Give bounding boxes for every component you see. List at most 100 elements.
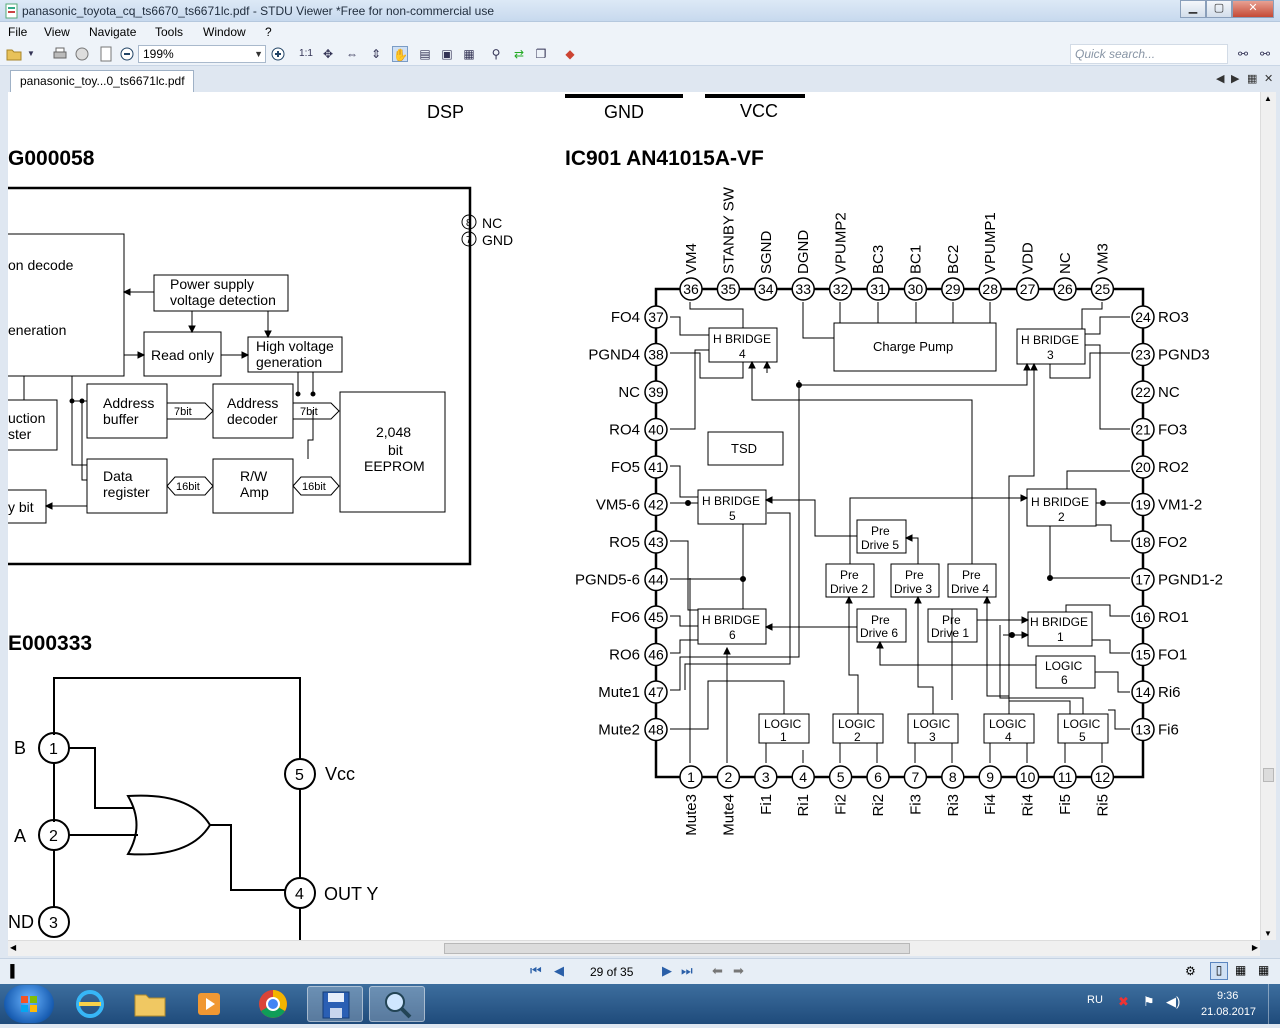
settings-icon[interactable]: ⚙ <box>1185 964 1196 978</box>
open-folder-icon[interactable] <box>6 46 22 62</box>
media-player-icon[interactable] <box>182 986 238 1022</box>
section-title-gate: E000333 <box>8 632 92 655</box>
snapshot-icon[interactable]: ▦ <box>461 46 477 62</box>
ic-pin-number: 48 <box>648 722 664 738</box>
menu-help[interactable]: ? <box>265 25 272 39</box>
svg-text:ND: ND <box>8 912 34 932</box>
svg-text:4: 4 <box>1005 730 1012 744</box>
first-page-icon[interactable]: ⏮ <box>530 963 542 979</box>
zoom-out-icon[interactable] <box>119 46 135 62</box>
scroll-down-icon[interactable]: ▼ <box>1264 929 1272 938</box>
svg-text:8: 8 <box>466 218 472 229</box>
forward-icon[interactable]: ➡ <box>733 963 744 979</box>
ic901-diagram: 36VM435STANBY SW34SGND33DGND32VPUMP231BC… <box>575 186 1223 836</box>
copy-icon[interactable]: ❐ <box>533 46 549 62</box>
document-tab[interactable]: panasonic_toy...0_ts6671lc.pdf <box>10 70 194 92</box>
binoculars-icon[interactable]: ⚯ <box>1235 46 1251 62</box>
save-app-icon[interactable] <box>307 986 363 1022</box>
menu-file[interactable]: File <box>8 25 27 39</box>
menu-tools[interactable]: Tools <box>155 25 183 39</box>
tab-prev-icon[interactable]: ◀ <box>1216 72 1224 85</box>
svg-text:Pre: Pre <box>871 524 890 538</box>
ic-pin-label: VDD <box>1020 242 1037 274</box>
volume-icon[interactable]: ◀) <box>1166 994 1180 1010</box>
label-gnd: GND <box>604 102 644 122</box>
ic-pin-label: BC2 <box>945 245 962 274</box>
network-warning-icon[interactable]: ✖ <box>1118 994 1129 1010</box>
ic-pin-label: RO3 <box>1158 309 1189 326</box>
ic-pin-label: Fi3 <box>907 794 924 815</box>
zoom-select[interactable]: 199% ▼ <box>138 45 266 63</box>
panel-toggle-icon[interactable]: ▐ <box>6 964 15 978</box>
zoom-in-icon[interactable] <box>270 46 286 62</box>
svg-text:5: 5 <box>1079 730 1086 744</box>
quick-search-input[interactable]: Quick search... <box>1070 44 1228 64</box>
flag-icon[interactable]: ⚑ <box>1143 994 1155 1010</box>
continuous-view-icon[interactable]: ▦ <box>1235 963 1246 977</box>
ic-pin-number: 23 <box>1135 347 1151 363</box>
start-button[interactable] <box>4 985 54 1023</box>
bookmark-icon[interactable]: ◆ <box>562 46 578 62</box>
two-page-view-icon[interactable]: ▦ <box>1258 963 1269 977</box>
menu-navigate[interactable]: Navigate <box>89 25 136 39</box>
horizontal-scroll-thumb[interactable] <box>444 943 910 954</box>
close-button[interactable]: ✕ <box>1232 0 1274 18</box>
image-select-icon[interactable]: ▣ <box>439 46 455 62</box>
prev-page-icon[interactable]: ◀ <box>554 963 564 979</box>
tab-list-icon[interactable]: ▦ <box>1247 72 1257 85</box>
hand-scroll-icon[interactable] <box>74 46 90 62</box>
document-viewer[interactable]: DSP GND VCC G000058 IC901 AN41015A-VF E0… <box>8 92 1260 940</box>
clock-date[interactable]: 21.08.2017 <box>1201 1006 1256 1018</box>
tab-close-icon[interactable]: ✕ <box>1264 72 1273 85</box>
ic-pin-number: 11 <box>1058 769 1073 785</box>
svg-text:Charge Pump: Charge Pump <box>873 339 953 354</box>
show-desktop-button[interactable] <box>1268 984 1280 1024</box>
ic-pin-number: 27 <box>1020 281 1036 297</box>
single-page-view-icon[interactable]: ▯ <box>1210 962 1228 980</box>
page-indicator[interactable]: 29 of 35 <box>590 965 633 979</box>
svg-text:decoder: decoder <box>227 411 278 427</box>
scroll-up-icon[interactable]: ▲ <box>1264 94 1272 103</box>
language-indicator[interactable]: RU <box>1087 994 1103 1006</box>
fit-height-icon[interactable]: ⇕ <box>368 46 384 62</box>
ic-pin-number: 25 <box>1095 281 1111 297</box>
ic-pin-number: 35 <box>721 281 737 297</box>
open-dropdown-icon[interactable]: ▼ <box>26 46 36 62</box>
scroll-left-icon[interactable]: ◀ <box>10 943 16 952</box>
tab-next-icon[interactable]: ▶ <box>1231 72 1239 85</box>
ic-pin-label: NC <box>618 384 640 401</box>
vertical-scrollbar[interactable]: ▲ ▼ <box>1260 92 1276 940</box>
horizontal-scrollbar[interactable]: ◀ ▶ <box>8 940 1260 956</box>
text-select-icon[interactable]: ▤ <box>417 46 433 62</box>
actual-size-button[interactable]: 1:1 <box>298 46 314 62</box>
maximize-button[interactable]: ▢ <box>1206 0 1232 18</box>
chevron-down-icon: ▼ <box>254 49 263 59</box>
print-icon[interactable] <box>52 46 68 62</box>
back-icon[interactable]: ⬅ <box>712 963 723 979</box>
ic-pin-number: 10 <box>1020 769 1036 785</box>
minimize-button[interactable]: ▁ <box>1180 0 1206 18</box>
section-title-eeprom: G000058 <box>8 147 95 170</box>
ic-pin-label: FO6 <box>611 609 640 626</box>
fit-page-icon[interactable]: ✥ <box>320 46 336 62</box>
find-icon[interactable]: ⚲ <box>488 46 504 62</box>
vertical-scroll-thumb[interactable] <box>1263 768 1274 782</box>
sync-icon[interactable]: ⇄ <box>511 46 527 62</box>
scroll-right-icon[interactable]: ▶ <box>1252 943 1258 952</box>
next-page-icon[interactable]: ▶ <box>662 963 672 979</box>
svg-text:2,048: 2,048 <box>376 424 411 440</box>
fit-width-icon[interactable]: ⇔ <box>344 46 360 62</box>
file-explorer-icon[interactable] <box>122 986 178 1022</box>
ic-pin-label: Fi6 <box>1158 722 1179 739</box>
chrome-icon[interactable] <box>245 986 301 1022</box>
internet-explorer-icon[interactable] <box>62 986 118 1022</box>
search-options-icon[interactable]: ⚯ <box>1257 46 1273 62</box>
svg-text:1: 1 <box>49 741 58 758</box>
last-page-icon[interactable]: ⏭ <box>681 963 693 979</box>
menu-window[interactable]: Window <box>203 25 246 39</box>
page-icon[interactable] <box>98 46 114 62</box>
hand-tool-icon[interactable]: ✋ <box>392 46 408 62</box>
menu-view[interactable]: View <box>44 25 70 39</box>
stdu-viewer-icon[interactable] <box>369 986 425 1022</box>
clock-time[interactable]: 9:36 <box>1217 990 1238 1002</box>
